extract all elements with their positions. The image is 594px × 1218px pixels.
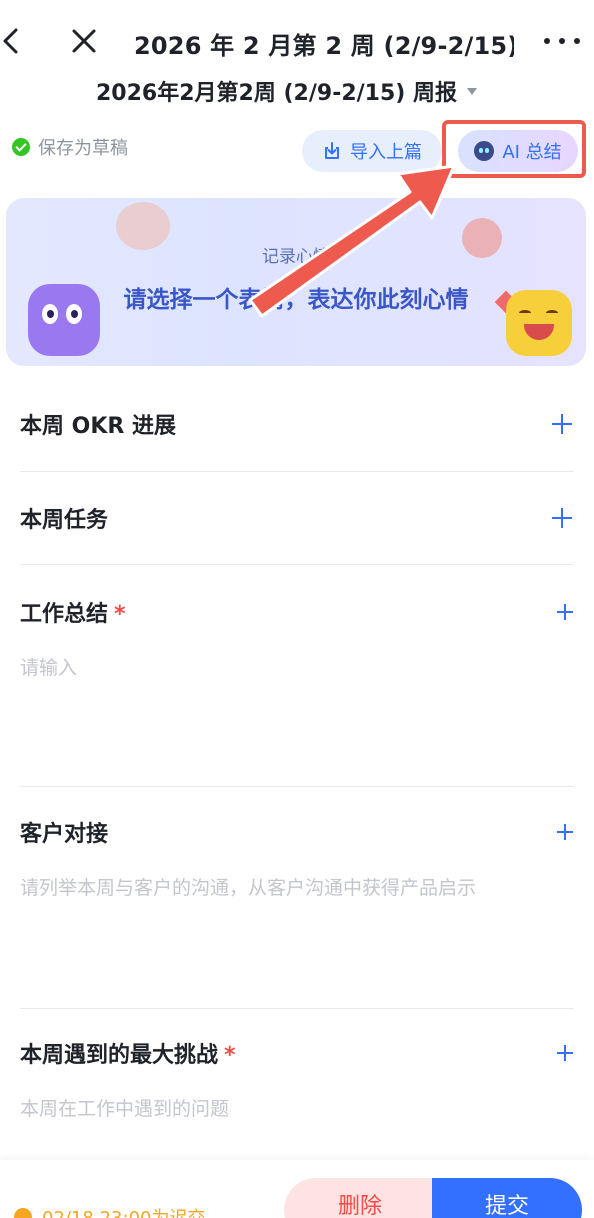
divider <box>20 786 574 787</box>
report-period-selector[interactable]: 2026年2月第2周 (2/9-2/15) 周报 <box>96 74 516 108</box>
customer-input[interactable]: 请列举本周与客户的沟通，从客户沟通中获得产品启示 <box>20 870 574 906</box>
back-icon[interactable] <box>0 24 26 58</box>
section-customer-label: 客户对接 <box>20 822 109 847</box>
nav-bar: 2026 年 2 月第 2 周 (2/9-2/15)... <box>0 0 594 84</box>
close-icon[interactable] <box>70 26 98 56</box>
add-customer-plus-icon[interactable] <box>556 823 574 841</box>
warning-icon <box>14 1208 32 1218</box>
deadline-label: 02/18 23:00为迟交 <box>42 1204 205 1218</box>
page-title: 2026 年 2 月第 2 周 (2/9-2/15)... <box>134 32 514 60</box>
bottom-action-bar: 02/18 23:00为迟交 删除 提交 <box>0 1160 594 1218</box>
required-mark: * <box>114 602 126 627</box>
import-icon <box>325 142 339 159</box>
mood-selector-banner[interactable]: 记录心情 请选择一个表情，表达你此刻心情 <box>6 198 586 366</box>
deadline-notice: 02/18 23:00为迟交 <box>14 1204 205 1218</box>
smiling-emoji-icon <box>506 290 572 356</box>
import-previous-label: 导入上篇 <box>350 142 422 163</box>
section-summary-label: 工作总结 * <box>20 602 126 627</box>
draft-status-label: 保存为草稿 <box>38 138 128 159</box>
add-challenge-plus-icon[interactable] <box>556 1044 574 1062</box>
section-challenge: 本周遇到的最大挑战 * 本周在工作中遇到的问题 <box>20 1037 574 1127</box>
section-okr: 本周 OKR 进展 <box>20 408 574 440</box>
more-icon[interactable] <box>540 30 584 52</box>
check-circle-icon <box>12 138 30 156</box>
mood-caption: 记录心情 <box>262 247 330 267</box>
section-tasks-label: 本周任务 <box>20 508 109 533</box>
annotation-highlight-box <box>442 120 586 178</box>
add-summary-plus-icon[interactable] <box>556 603 574 621</box>
required-mark: * <box>224 1043 236 1068</box>
section-customer: 客户对接 请列举本周与客户的沟通，从客户沟通中获得产品启示 <box>20 816 574 906</box>
add-okr-plus-icon[interactable] <box>550 412 574 436</box>
add-task-plus-icon[interactable] <box>550 506 574 530</box>
section-okr-label: 本周 OKR 进展 <box>20 414 177 439</box>
divider <box>20 1008 574 1009</box>
summary-input[interactable]: 请输入 <box>20 650 574 686</box>
caret-down-icon <box>467 87 478 95</box>
draft-status: 保存为草稿 <box>12 134 128 160</box>
purple-emoji-icon <box>28 284 100 356</box>
section-summary: 工作总结 * 请输入 <box>20 596 574 686</box>
section-challenge-label: 本周遇到的最大挑战 * <box>20 1043 236 1068</box>
report-title: 2026年2月第2周 (2/9-2/15) 周报 <box>96 81 458 106</box>
submit-button[interactable]: 提交 <box>432 1178 582 1218</box>
challenge-input[interactable]: 本周在工作中遇到的问题 <box>20 1091 574 1127</box>
delete-button[interactable]: 删除 <box>284 1178 436 1218</box>
divider <box>20 564 574 565</box>
section-tasks: 本周任务 <box>20 502 574 534</box>
import-previous-button[interactable]: 导入上篇 <box>302 130 442 172</box>
divider <box>20 471 574 472</box>
